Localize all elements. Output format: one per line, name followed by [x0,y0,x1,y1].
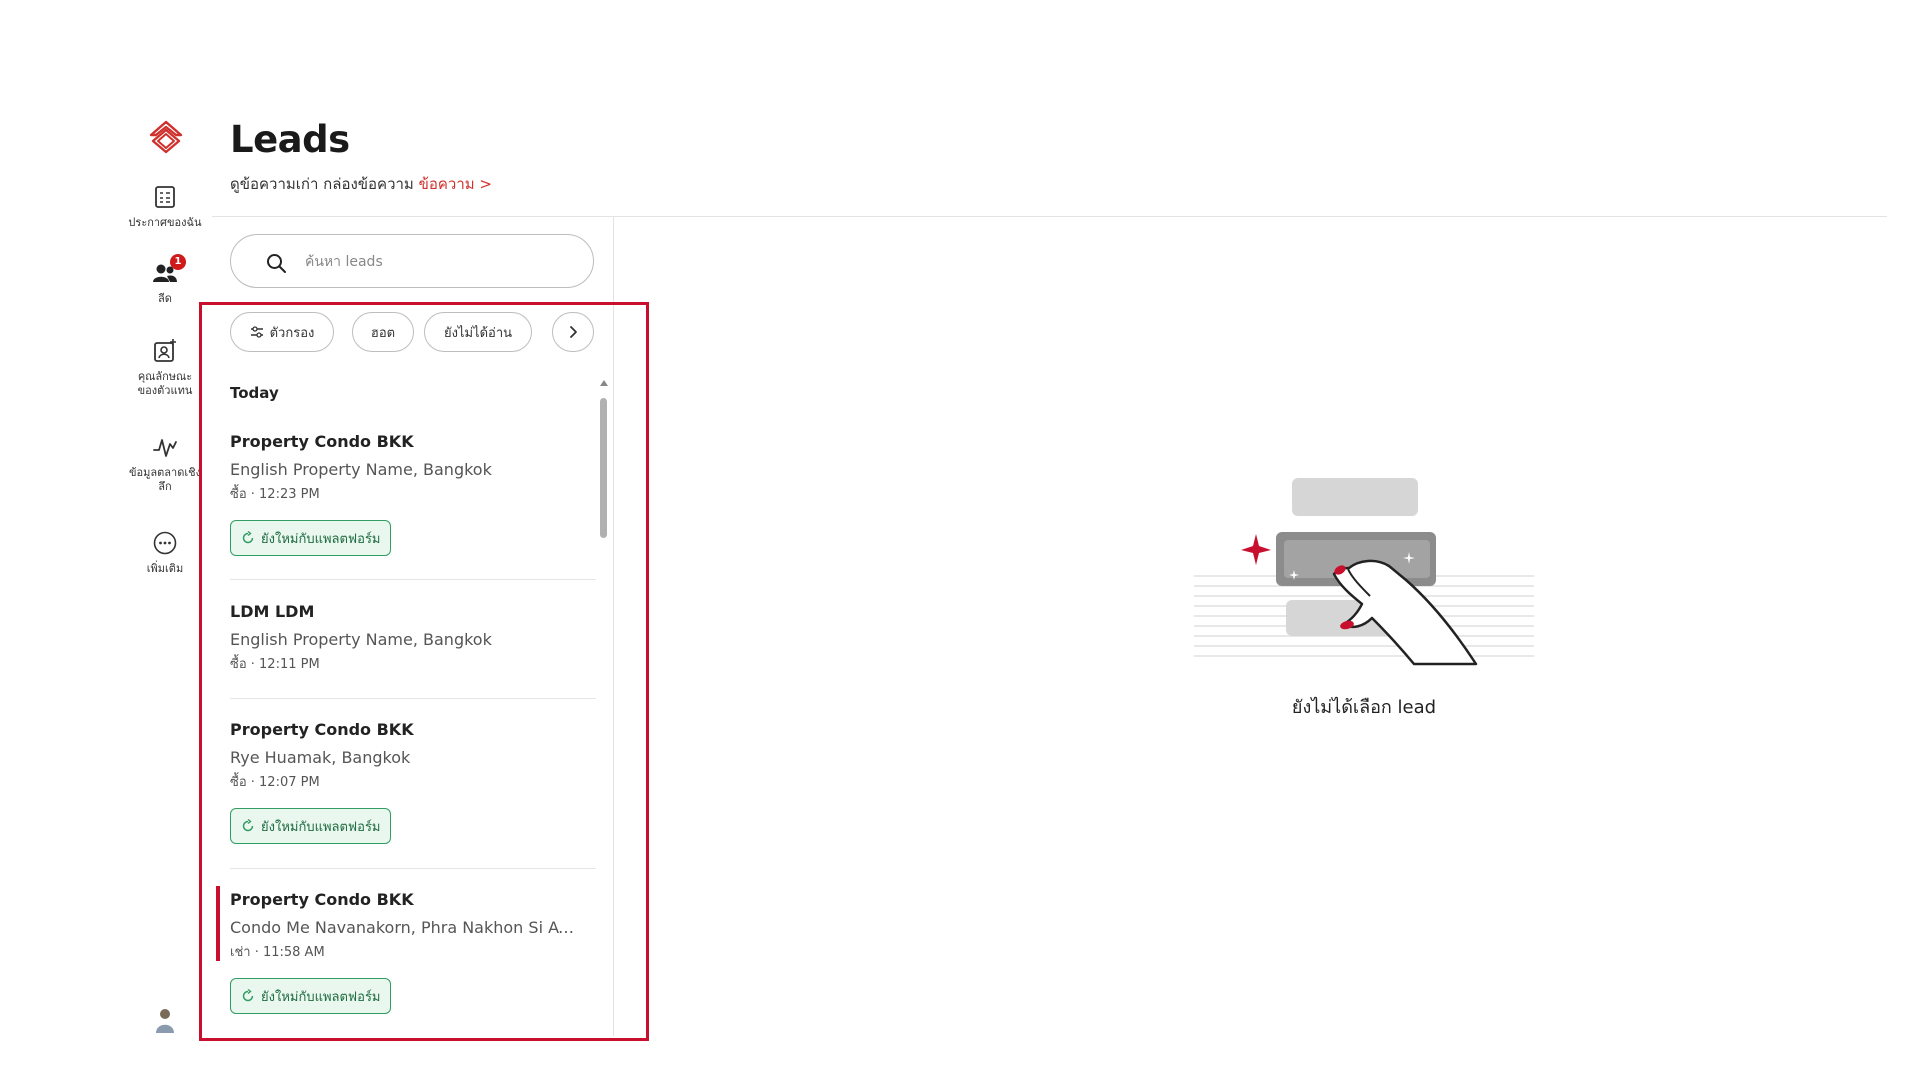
search-icon [265,252,287,274]
header-divider [212,216,1887,217]
sidebar-item-label: ประกาศของฉัน [128,216,202,229]
market-insights-icon [152,434,178,460]
messages-link[interactable]: ข้อความ > [419,175,492,193]
listing-icon [152,184,178,210]
empty-state-illustration [1184,468,1544,668]
page-title: Leads [230,118,350,161]
search-input[interactable] [303,249,567,275]
sidebar-item-listings[interactable]: ประกาศของฉัน [120,184,210,230]
user-avatar[interactable] [153,1007,177,1033]
empty-state-text: ยังไม่ได้เลือก lead [1291,697,1437,718]
subtitle-text: ดูข้อความเก่า กล่องข้อความ [230,175,414,193]
highlight-box [199,302,649,1041]
leads-count-badge: 1 [170,254,186,270]
sidebar-item-label: เพิ่มเติม [146,562,184,575]
sidebar-item-label: คุณลักษณะ ของตัวแทน [137,370,193,397]
sidebar-item-more[interactable]: เพิ่มเติม [120,530,210,576]
sidebar-item-agent-profile[interactable]: คุณลักษณะ ของตัวแทน [120,338,210,398]
sidebar-item-label: ลีด [158,292,172,305]
search-box[interactable] [230,234,594,288]
sidebar-item-leads[interactable]: 1 ลีด [120,254,210,306]
leads-icon: 1 [152,254,186,286]
sidebar-item-label: ข้อมูลตลาดเชิง ลึก [129,466,201,493]
sidebar-item-market-insights[interactable]: ข้อมูลตลาดเชิง ลึก [120,434,210,494]
agent-profile-icon [152,338,178,364]
more-icon [152,530,178,556]
brand-logo-icon[interactable] [147,118,185,156]
page-subtitle: ดูข้อความเก่า กล่องข้อความ ข้อความ > [230,172,492,196]
sidebar: ประกาศของฉัน 1 ลีด คุณลักษณะ ของตัวแทน ข… [120,110,210,1050]
